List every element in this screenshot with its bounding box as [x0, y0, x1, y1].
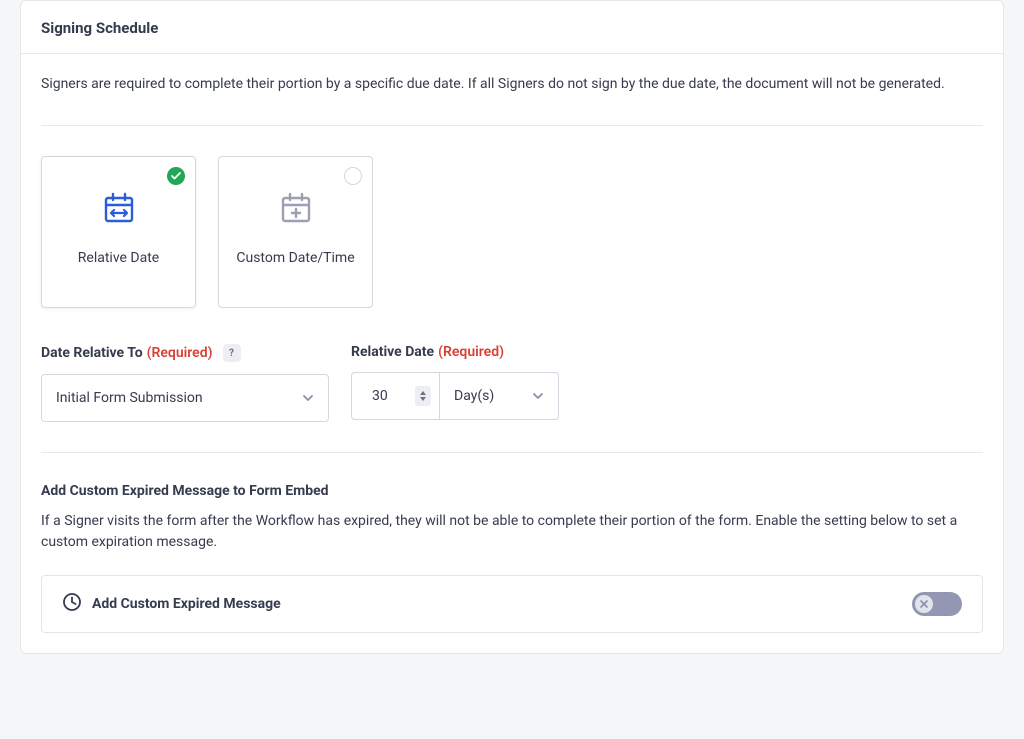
card-title: Signing Schedule — [41, 19, 983, 37]
schedule-description: Signers are required to complete their p… — [41, 74, 983, 95]
close-icon — [920, 600, 928, 608]
divider — [41, 452, 983, 453]
divider — [41, 125, 983, 126]
signing-schedule-card: Signing Schedule Signers are required to… — [20, 0, 1004, 654]
custom-expired-toggle-row: Add Custom Expired Message — [41, 575, 983, 633]
relative-date-number-input[interactable] — [372, 388, 402, 404]
check-indicator — [167, 167, 185, 185]
help-icon[interactable]: ? — [223, 344, 241, 362]
number-stepper[interactable] — [415, 386, 431, 406]
label-text: Relative Date — [351, 344, 434, 360]
select-value: Initial Form Submission — [56, 390, 203, 406]
relative-date-number-wrap — [351, 372, 439, 420]
label-text: Date Relative To — [41, 345, 143, 361]
custom-expired-desc: If a Signer visits the form after the Wo… — [41, 511, 983, 553]
select-value: Day(s) — [454, 388, 494, 404]
card-body: Signers are required to complete their p… — [21, 54, 1003, 653]
custom-expired-title: Add Custom Expired Message to Form Embed — [41, 483, 983, 499]
option-label: Custom Date/Time — [236, 249, 354, 267]
chevron-down-icon — [532, 390, 544, 402]
field-label: Date Relative To (Required) ? — [41, 344, 329, 362]
date-relative-to-group: Date Relative To (Required) ? Initial Fo… — [41, 344, 329, 422]
stepper-down-icon — [420, 397, 426, 401]
option-relative-date[interactable]: Relative Date — [41, 156, 196, 308]
calendar-range-icon — [102, 191, 136, 229]
card-header: Signing Schedule — [21, 1, 1003, 54]
relative-date-group: Relative Date (Required) Day(s) — [351, 344, 559, 422]
required-indicator: (Required) — [147, 345, 213, 361]
calendar-plus-icon — [279, 191, 313, 229]
chevron-down-icon — [302, 392, 314, 404]
custom-expired-toggle[interactable] — [912, 592, 962, 616]
clock-icon — [62, 592, 82, 616]
relative-date-unit-select[interactable]: Day(s) — [439, 372, 559, 420]
option-custom-datetime[interactable]: Custom Date/Time — [218, 156, 373, 308]
stepper-up-icon — [420, 391, 426, 395]
required-indicator: (Required) — [438, 344, 504, 360]
relative-fields-row: Date Relative To (Required) ? Initial Fo… — [41, 344, 983, 422]
schedule-type-options: Relative Date Custom Date/Time — [41, 156, 983, 308]
field-label: Relative Date (Required) — [351, 344, 559, 360]
toggle-left: Add Custom Expired Message — [62, 592, 281, 616]
date-relative-to-select[interactable]: Initial Form Submission — [41, 374, 329, 422]
radio-indicator — [344, 167, 362, 185]
toggle-label: Add Custom Expired Message — [92, 596, 281, 612]
toggle-knob — [915, 595, 933, 613]
check-icon — [171, 172, 181, 180]
relative-date-combo: Day(s) — [351, 372, 559, 420]
option-label: Relative Date — [78, 249, 159, 267]
